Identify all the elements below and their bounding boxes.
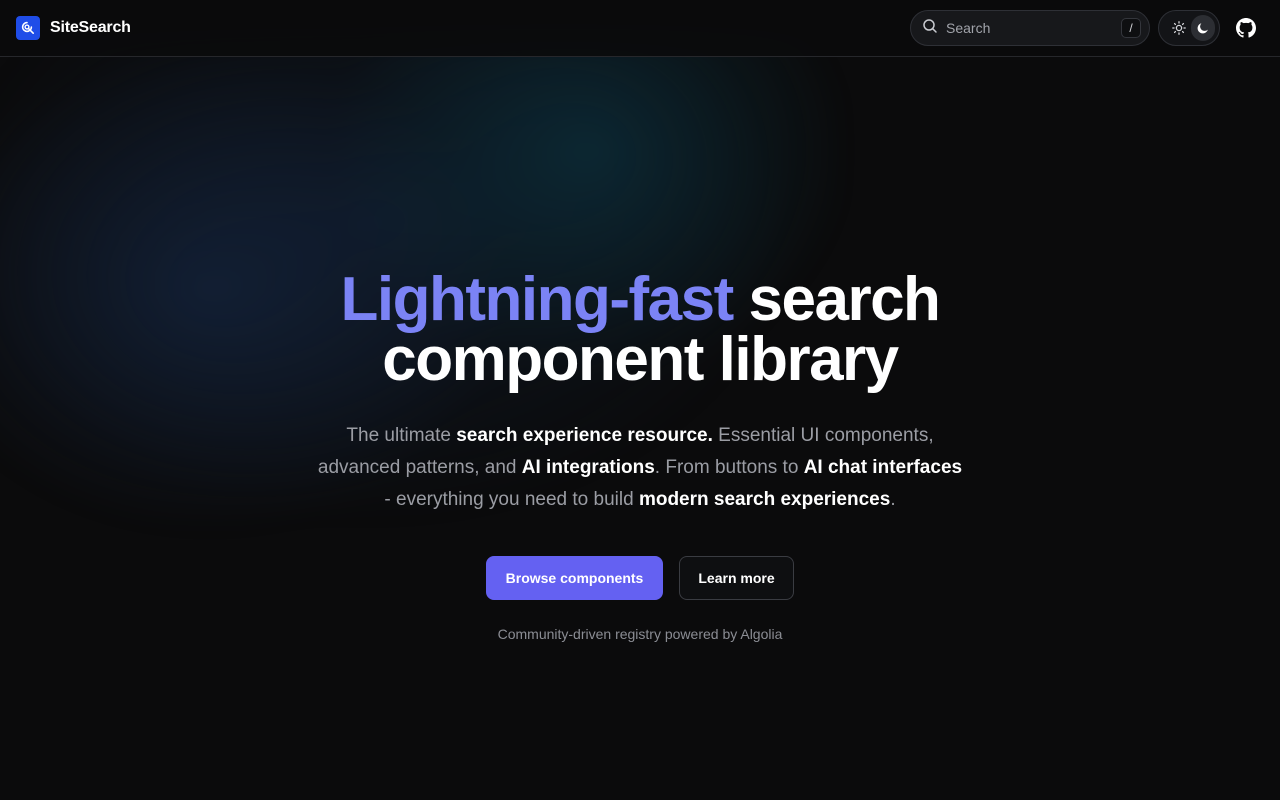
search-placeholder: Search [946, 20, 991, 36]
sun-icon [1172, 21, 1186, 35]
hero: Lightning-fast search component library … [0, 57, 1280, 800]
hero-actions: Browse components Learn more [486, 556, 794, 600]
learn-more-button[interactable]: Learn more [679, 556, 794, 600]
moon-icon [1197, 23, 1208, 34]
hero-subtitle: The ultimate search experience resource.… [315, 420, 965, 516]
brand-link[interactable]: SiteSearch [16, 16, 131, 40]
header-actions: Search / [910, 10, 1264, 46]
search-shortcut-key: / [1121, 18, 1141, 38]
subtitle-highlight: search experience resource. [456, 425, 713, 446]
logo-icon [16, 16, 40, 40]
headline-line1-rest: search [732, 265, 941, 334]
theme-toggle[interactable] [1158, 10, 1220, 46]
github-link[interactable] [1228, 10, 1264, 46]
subtitle-highlight: AI chat interfaces [803, 457, 963, 478]
search-input[interactable]: Search / [910, 10, 1150, 46]
headline-accent: Lightning-fast [340, 265, 735, 334]
dark-mode-button[interactable] [1191, 15, 1215, 41]
subtitle-text: The ultimate [346, 425, 457, 446]
light-mode-button[interactable] [1167, 15, 1191, 41]
top-nav: SiteSearch Search / [0, 0, 1280, 57]
github-icon [1236, 18, 1256, 38]
search-icon [922, 18, 938, 39]
headline-line2: component library [382, 325, 899, 394]
subtitle-highlight: modern search experiences [638, 489, 891, 510]
browse-components-button[interactable]: Browse components [486, 556, 663, 600]
page: SiteSearch Search / Lightning-fast searc… [0, 0, 1280, 800]
subtitle-text: . [890, 489, 896, 510]
hero-footnote: Community-driven registry powered by Alg… [497, 626, 783, 642]
subtitle-highlight: AI integrations [521, 457, 655, 478]
subtitle-text: - everything you need to build [384, 489, 639, 510]
subtitle-text: . From buttons to [654, 457, 804, 478]
hero-headline: Lightning-fast search component library [341, 269, 941, 391]
brand-name: SiteSearch [50, 19, 131, 36]
